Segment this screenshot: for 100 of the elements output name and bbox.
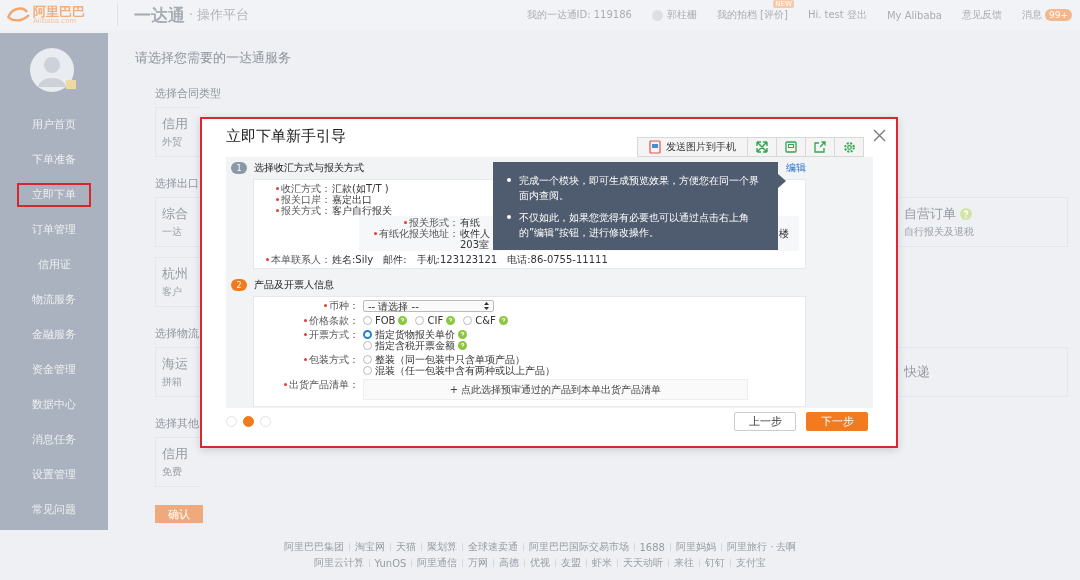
radio-button[interactable] bbox=[415, 316, 425, 325]
footer-link[interactable]: 阿里通信 bbox=[417, 556, 458, 570]
section-label: 选择物流 bbox=[155, 326, 199, 341]
service-card[interactable]: 自营订单 自行报关及退税 bbox=[898, 197, 1068, 247]
bullet-icon bbox=[507, 178, 511, 182]
tooltip-text: 不仅如此，如果您觉得有必要也可以通过点击右上角的”编辑“按钮，进行修改操作。 bbox=[519, 211, 750, 240]
footer-link[interactable]: 高德 bbox=[499, 556, 520, 570]
header-link[interactable]: 我的拍档 [评价] bbox=[716, 8, 788, 22]
product-list-picker[interactable]: + 点此选择预审通过的产品到本单出货产品清单 bbox=[363, 379, 748, 400]
footer-link[interactable]: 支付宝 bbox=[736, 556, 767, 570]
field-label: 币种： bbox=[329, 300, 359, 311]
footer-link[interactable]: 阿里云计算 bbox=[313, 556, 364, 570]
sidebar-item[interactable]: 订单管理 bbox=[17, 217, 91, 242]
option-label: FOB bbox=[375, 315, 396, 326]
sidebar-item[interactable]: 用户首页 bbox=[17, 112, 91, 137]
footer-link[interactable]: 阿里旅行 · 去啊 bbox=[726, 540, 797, 554]
section-label: 选择其他 bbox=[155, 416, 199, 431]
save-button[interactable] bbox=[776, 137, 806, 157]
field-value: 收件人 bbox=[460, 228, 490, 239]
header-link[interactable]: 消息 bbox=[1022, 8, 1042, 22]
pager-dot[interactable] bbox=[243, 416, 254, 427]
select-arrows-icon bbox=[484, 302, 489, 310]
header-link[interactable]: 郭柱栅 bbox=[666, 8, 697, 22]
settings-button[interactable] bbox=[834, 137, 864, 157]
avatar-icon bbox=[29, 47, 79, 93]
field-value: 有纸 bbox=[460, 217, 480, 228]
message-count-badge: 99+ bbox=[1045, 9, 1072, 21]
footer-link[interactable]: 聚划算 bbox=[426, 540, 457, 554]
card-subtitle: 拼箱 bbox=[162, 375, 183, 389]
confirm-button[interactable]: 确认 bbox=[155, 505, 203, 523]
field-value: 客户自行报关 bbox=[332, 205, 392, 216]
product-name: 一达通 bbox=[134, 3, 185, 27]
radio-button[interactable] bbox=[363, 366, 372, 375]
step-number: 1 bbox=[231, 162, 247, 174]
sidebar-item[interactable]: 消息任务 bbox=[17, 427, 91, 452]
footer-link[interactable]: 1688 bbox=[639, 541, 665, 553]
phone-image-icon bbox=[649, 140, 661, 154]
footer-link[interactable]: 虾米 bbox=[592, 556, 613, 570]
header-link[interactable]: 意见反馈 bbox=[962, 8, 1002, 22]
footer-link[interactable]: 优视 bbox=[530, 556, 551, 570]
field-value: 姓名:Sily 邮件: 手机:123123121 电话:86-0755-11111 bbox=[332, 254, 608, 265]
platform-title: · 操作平台 bbox=[189, 6, 250, 24]
section-label: 选择出口 bbox=[155, 176, 199, 191]
share-button[interactable] bbox=[805, 137, 835, 157]
footer-link[interactable]: 来往 bbox=[674, 556, 695, 570]
sidebar-item[interactable]: 信用证 bbox=[17, 252, 91, 277]
sidebar-item[interactable]: 下单准备 bbox=[17, 147, 91, 172]
close-icon[interactable] bbox=[873, 129, 886, 142]
field-label: 包装方式： bbox=[309, 354, 359, 365]
sidebar-item[interactable]: 数据中心 bbox=[17, 392, 91, 417]
step-title: 产品及开票人信息 bbox=[254, 278, 334, 292]
footer-link[interactable]: 天猫 bbox=[395, 540, 416, 554]
header-link[interactable]: Hi. test 登出 bbox=[807, 8, 867, 22]
card-title: 杭州 bbox=[162, 265, 189, 283]
previous-button[interactable]: 上一步 bbox=[734, 412, 796, 431]
section-label: 选择合同类型 bbox=[155, 86, 221, 101]
radio-button[interactable] bbox=[363, 341, 372, 350]
sidebar-item[interactable]: 金融服务 bbox=[17, 322, 91, 347]
sidebar-item[interactable]: 资金管理 bbox=[17, 357, 91, 382]
footer-link[interactable]: 友盟 bbox=[561, 556, 582, 570]
field-label: 本单联系人： bbox=[271, 254, 331, 265]
settings-icon bbox=[842, 140, 856, 154]
step-title: 选择收汇方式与报关方式 bbox=[254, 161, 364, 175]
sidebar-item[interactable]: 设置管理 bbox=[17, 462, 91, 487]
card-title: 综合 bbox=[162, 205, 189, 223]
radio-button[interactable] bbox=[363, 330, 372, 339]
footer-link[interactable]: 天天动听 bbox=[623, 556, 664, 570]
footer-link[interactable]: 万网 bbox=[468, 556, 489, 570]
sidebar-item[interactable]: 立即下单 bbox=[17, 182, 91, 207]
edit-link[interactable]: 编辑 bbox=[786, 161, 806, 175]
card-subtitle: 自行报关及退税 bbox=[904, 225, 975, 239]
expand-icon bbox=[756, 141, 768, 153]
footer-link[interactable]: 钉钉 bbox=[705, 556, 726, 570]
footer-link[interactable]: 阿里巴巴集团 bbox=[283, 540, 344, 554]
service-card[interactable]: 信用 免费 bbox=[155, 437, 200, 487]
currency-select[interactable]: -- 请选择 -- bbox=[363, 300, 494, 312]
fullscreen-button[interactable] bbox=[747, 137, 777, 157]
option-label: 整装（同一包装中只含单项产品） bbox=[375, 354, 525, 365]
field-label: 开票方式： bbox=[309, 329, 359, 340]
field-label: 有纸化报关地址： bbox=[379, 228, 459, 239]
footer-link[interactable]: 全球速卖通 bbox=[467, 540, 518, 554]
sidebar-item[interactable]: 物流服务 bbox=[17, 287, 91, 312]
send-to-phone-button[interactable]: 发送图片到手机 bbox=[637, 137, 748, 157]
card-subtitle: 外贸 bbox=[162, 135, 183, 149]
footer-link[interactable]: 阿里巴巴国际交易市场 bbox=[528, 540, 629, 554]
header-link[interactable]: My Alibaba bbox=[886, 9, 942, 21]
footer-link[interactable]: 阿里妈妈 bbox=[675, 540, 716, 554]
footer-link[interactable]: 淘宝网 bbox=[354, 540, 385, 554]
card-subtitle: 客户 bbox=[162, 285, 183, 299]
field-label: 出货产品清单： bbox=[289, 379, 359, 390]
radio-button[interactable] bbox=[363, 355, 372, 364]
next-button[interactable]: 下一步 bbox=[806, 412, 868, 431]
radio-button[interactable] bbox=[363, 316, 372, 325]
option-label: CIF bbox=[427, 315, 444, 326]
footer-link[interactable]: YunOS bbox=[374, 557, 407, 569]
save-icon bbox=[785, 141, 797, 153]
bullet-icon bbox=[507, 215, 511, 219]
field-label: 收汇方式： bbox=[281, 183, 331, 194]
radio-button[interactable] bbox=[463, 316, 473, 325]
field-value: 汇款(如T/T ) bbox=[332, 183, 389, 194]
